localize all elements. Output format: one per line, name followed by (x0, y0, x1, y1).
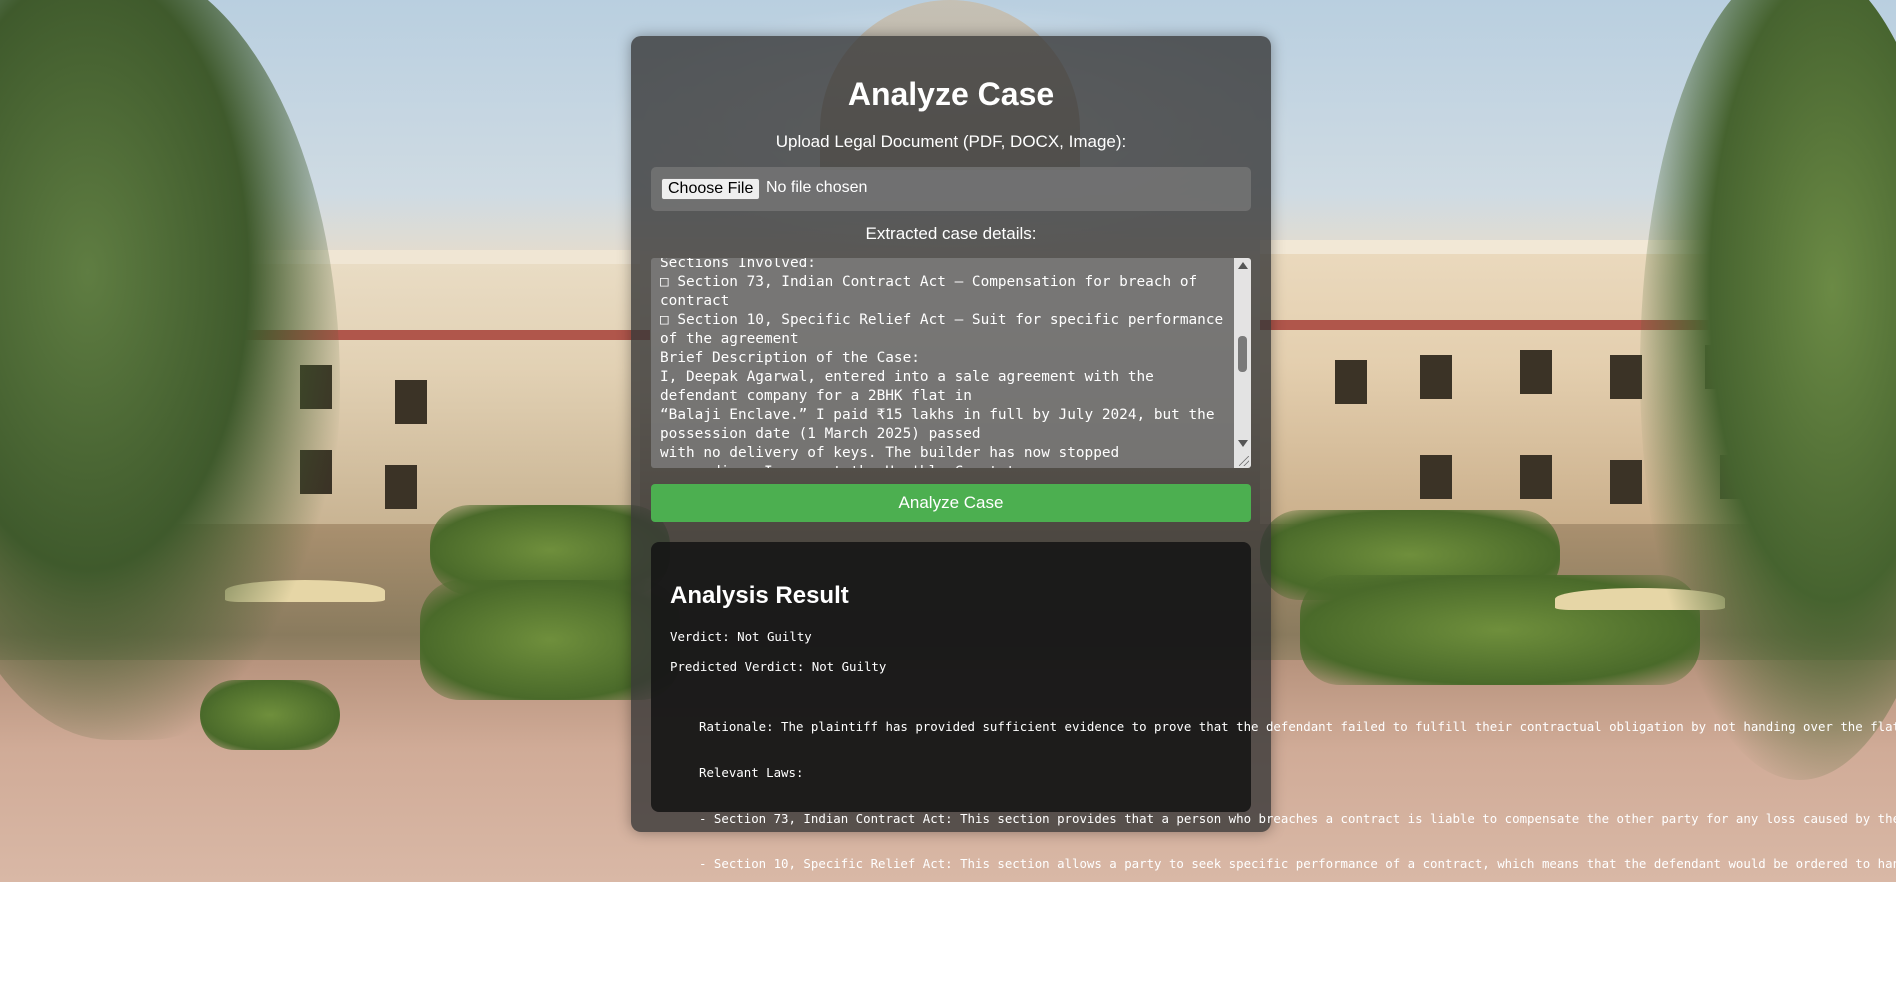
rationale-block: Rationale: The plaintiff has provided su… (699, 689, 1896, 993)
extracted-details-textarea[interactable]: Sections Involved: □ Section 73, Indian … (651, 258, 1251, 468)
textarea-scrollbar[interactable] (1234, 258, 1251, 468)
law-item: - Section 10, Specific Relief Act: This … (699, 856, 1896, 872)
law-item: - Section 73, Indian Contract Act: This … (699, 810, 1896, 826)
resize-grip-icon[interactable] (1239, 456, 1249, 466)
analysis-result-panel: Analysis Result Verdict: Not Guilty Pred… (651, 542, 1896, 962)
analyze-case-button[interactable]: Analyze Case (651, 484, 1251, 522)
analyze-case-panel: Analyze Case Upload Legal Document (PDF,… (631, 36, 1896, 962)
extracted-details-label: Extracted case details: (865, 224, 1037, 243)
analysis-result-title: Analysis Result (670, 582, 849, 609)
note-text: Note that the above response is based on… (699, 947, 1896, 963)
file-input[interactable]: Choose File No file chosen (651, 167, 1251, 211)
predicted-verdict-text: Predicted Verdict: Not Guilty (670, 659, 887, 674)
upload-label: Upload Legal Document (PDF, DOCX, Image)… (775, 132, 1127, 151)
scrollbar-thumb[interactable] (1238, 336, 1247, 372)
page-title: Analyze Case (847, 76, 1055, 112)
relevant-laws-heading: Relevant Laws: (699, 765, 804, 781)
scroll-up-arrow-icon[interactable] (1238, 262, 1248, 269)
choose-file-button[interactable]: Choose File (661, 178, 761, 200)
rationale-text: Rationale: The plaintiff has provided su… (699, 719, 1896, 735)
scroll-down-arrow-icon[interactable] (1238, 440, 1248, 447)
verdict-text: Verdict: Not Guilty (670, 629, 812, 644)
file-status-text: No file chosen (766, 179, 868, 196)
extracted-details-text: Sections Involved: □ Section 73, Indian … (660, 258, 1224, 468)
